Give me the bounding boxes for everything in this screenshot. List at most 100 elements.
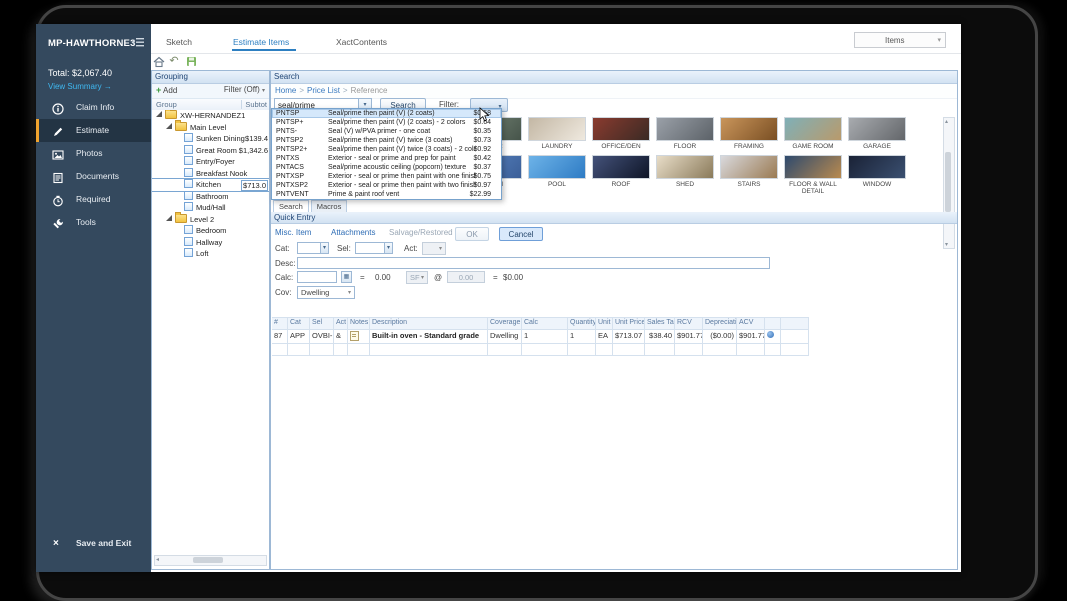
add-group-button[interactable]: + Add xyxy=(156,85,177,95)
tree-node-subtotal: $139.4 xyxy=(245,133,268,145)
scrollbar-thumb[interactable] xyxy=(945,152,951,212)
search-result-pntsp2[interactable]: PNTSP2Seal/prime then paint (V) twice (3… xyxy=(272,136,501,145)
tree-node-entry-foyer[interactable]: Entry/Foyer xyxy=(152,156,269,168)
search-result-pntsp[interactable]: PNTSP+Seal/prime then paint (V) (2 coats… xyxy=(272,118,501,127)
tree-node-sunken-dining[interactable]: Sunken Dining$139.4 xyxy=(152,133,269,145)
column-header: Sales Tax xyxy=(645,317,675,330)
scroll-left-icon[interactable]: ◂ xyxy=(156,556,159,563)
search-result-pnts[interactable]: PNTS-Seal (V) w/PVA primer - one coat$0.… xyxy=(272,127,501,136)
save-and-exit-button[interactable]: × Save and Exit xyxy=(36,532,151,555)
calculator-icon[interactable]: ▦ xyxy=(341,271,352,283)
horizontal-scrollbar[interactable]: ◂ xyxy=(154,555,267,566)
search-panel: Search Home>Price List>Reference ▾ Searc… xyxy=(270,70,958,570)
tree-node-bathroom[interactable]: Bathroom xyxy=(152,191,269,203)
expander-icon[interactable] xyxy=(166,123,172,129)
tree-node-great-room[interactable]: Great Room$1,342.6 xyxy=(152,145,269,157)
tree-node-bedroom[interactable]: Bedroom xyxy=(152,225,269,237)
category-thumb-garage[interactable]: GARAGE xyxy=(848,117,906,150)
category-thumb-floor[interactable]: FLOOR xyxy=(656,117,714,150)
grouping-panel: Grouping + Add Filter (Off) ▾ Group Subt… xyxy=(151,70,270,570)
view-summary-link[interactable]: View Summary → xyxy=(48,82,112,91)
tab-macros[interactable]: Macros xyxy=(311,200,348,212)
sel-input[interactable] xyxy=(355,242,385,254)
sidebar-item-documents[interactable]: Documents xyxy=(36,165,151,188)
tree-node-xw-hernandez1[interactable]: XW-HERNANDEZ1 xyxy=(152,110,269,122)
cell-quantity: 1 xyxy=(568,330,596,344)
tree-node-breakfast-nook[interactable]: Breakfast Nook xyxy=(152,168,269,180)
ok-button[interactable]: OK xyxy=(455,227,489,241)
search-result-pntxsp[interactable]: PNTXSPExterior - seal or prime then pain… xyxy=(272,172,501,181)
tab-search-results[interactable]: Search xyxy=(273,200,309,212)
expander-icon[interactable] xyxy=(156,111,162,117)
tree-node-subtotal: $1,342.6 xyxy=(239,145,268,157)
calc-input[interactable] xyxy=(297,271,337,283)
tree-node-kitchen[interactable]: Kitchen$713.0 xyxy=(152,179,269,191)
tab-estimate-items[interactable]: Estimate Items xyxy=(233,37,289,47)
sidebar-item-claim-info[interactable]: Claim Info xyxy=(36,96,151,119)
undo-icon[interactable]: ↶ xyxy=(169,56,181,68)
scrollbar-thumb[interactable] xyxy=(193,557,223,563)
tree-node-hallway[interactable]: Hallway xyxy=(152,237,269,249)
sel-label: Sel: xyxy=(337,244,351,253)
coverage-dropdown[interactable]: Dwelling▾ xyxy=(297,286,355,299)
save-icon[interactable] xyxy=(186,56,198,68)
table-empty-row[interactable] xyxy=(272,344,809,356)
sidebar-item-tools[interactable]: Tools xyxy=(36,211,151,234)
category-thumb-pool[interactable]: POOL xyxy=(528,155,586,188)
sidebar-item-required[interactable]: Required xyxy=(36,188,151,211)
calc-equals: = xyxy=(360,273,365,282)
tree-node-label: Main Level xyxy=(190,123,226,132)
search-result-pntacs[interactable]: PNTACSSeal/prime acoustic ceiling (popco… xyxy=(272,163,501,172)
desc-input[interactable] xyxy=(297,257,770,269)
category-thumb-roof[interactable]: ROOF xyxy=(592,155,650,188)
tree-node-loft[interactable]: Loft xyxy=(152,248,269,260)
sidebar-item-label: Tools xyxy=(76,211,96,234)
category-label: SHED xyxy=(656,181,714,188)
sidebar-item-photos[interactable]: Photos xyxy=(36,142,151,165)
table-row[interactable]: 87APPOVBI-&Built-in oven - Standard grad… xyxy=(272,330,809,344)
search-result-pntsp[interactable]: PNTSPSeal/prime then paint (V) (2 coats)… xyxy=(272,109,501,118)
cancel-button[interactable]: Cancel xyxy=(499,227,543,241)
filter-dropdown[interactable]: Filter (Off) ▾ xyxy=(224,85,265,94)
category-label: ROOF xyxy=(592,181,650,188)
category-thumb-laundry[interactable]: LAUNDRY xyxy=(528,117,586,150)
cell-coverage: Dwelling xyxy=(488,330,522,344)
cell-description: Built-in oven - Standard grade xyxy=(370,330,488,344)
attachments-link[interactable]: Attachments xyxy=(331,228,375,237)
tab-sketch[interactable]: Sketch xyxy=(166,37,192,47)
sidebar-collapse-icon[interactable] xyxy=(131,37,144,48)
category-thumb-window[interactable]: WINDOW xyxy=(848,155,906,188)
room-icon xyxy=(184,179,193,188)
category-thumb-stairs[interactable]: STAIRS xyxy=(720,155,778,188)
scroll-up-icon[interactable]: ▴ xyxy=(945,118,948,125)
quick-entry-header: Quick Entry xyxy=(271,212,957,224)
tree-node-mud-hall[interactable]: Mud/Hall xyxy=(152,202,269,214)
misc-item-link[interactable]: Misc. Item xyxy=(275,228,311,237)
search-result-pntxs[interactable]: PNTXSExterior - seal or prime and prep f… xyxy=(272,154,501,163)
search-result-pntxsp2[interactable]: PNTXSP2Exterior - seal or prime then pai… xyxy=(272,181,501,190)
estimate-items-table: #CatSelActNotesDescriptionCoverageCalcQu… xyxy=(272,317,809,356)
column-header: Quantity xyxy=(568,317,596,330)
expander-icon[interactable] xyxy=(166,215,172,221)
tree-node-main-level[interactable]: Main Level xyxy=(152,122,269,134)
breadcrumb-home[interactable]: Home xyxy=(275,86,296,95)
tree-node-label: Entry/Foyer xyxy=(196,157,235,166)
search-result-pntvent[interactable]: PNTVENTPrime & paint roof vent$22.99 xyxy=(272,190,501,199)
estimate-total: Total: $2,067.40 xyxy=(48,68,112,78)
category-thumb-shed[interactable]: SHED xyxy=(656,155,714,188)
tab-xactcontents[interactable]: XactContents xyxy=(336,37,387,47)
sel-dropdown-icon[interactable]: ▾ xyxy=(384,242,393,254)
category-thumb-floor-wall-detail[interactable]: FLOOR & WALL DETAIL xyxy=(784,155,842,195)
items-view-select[interactable]: Items ▾ xyxy=(854,32,946,48)
category-thumb-game-room[interactable]: GAME ROOM xyxy=(784,117,842,150)
sidebar-item-estimate[interactable]: Estimate xyxy=(36,119,151,142)
cat-input[interactable] xyxy=(297,242,321,254)
act-label: Act: xyxy=(404,244,418,253)
category-thumb-framing[interactable]: FRAMING xyxy=(720,117,778,150)
tree-node-level-2[interactable]: Level 2 xyxy=(152,214,269,226)
search-result-pntsp2[interactable]: PNTSP2+Seal/prime then paint (V) twice (… xyxy=(272,145,501,154)
cat-dropdown-icon[interactable]: ▾ xyxy=(320,242,329,254)
breadcrumb-price-list[interactable]: Price List xyxy=(307,86,340,95)
category-thumb-office-den[interactable]: OFFICE/DEN xyxy=(592,117,650,150)
home-icon[interactable] xyxy=(153,56,165,68)
